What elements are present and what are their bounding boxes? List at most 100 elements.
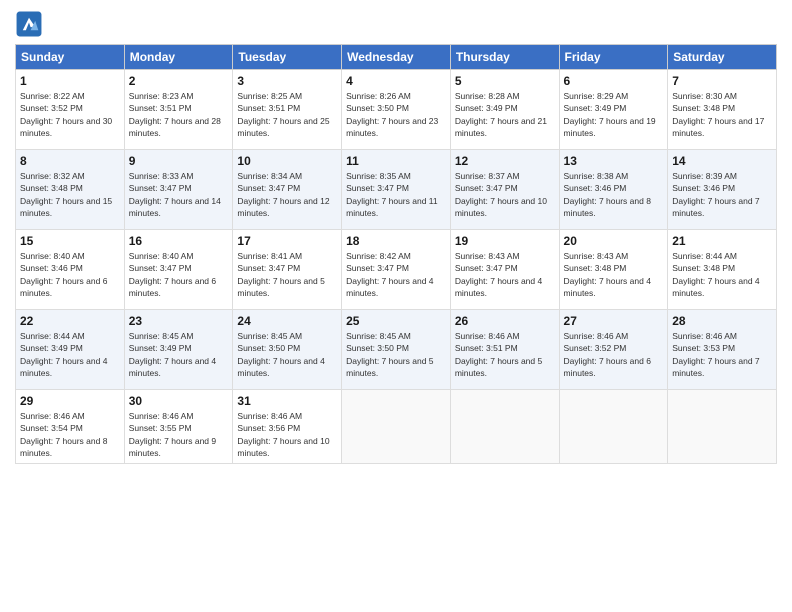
calendar-cell: 18 Sunrise: 8:42 AMSunset: 3:47 PMDayligh… [342, 230, 451, 310]
day-info: Sunrise: 8:23 AMSunset: 3:51 PMDaylight:… [129, 90, 229, 139]
day-info: Sunrise: 8:46 AMSunset: 3:54 PMDaylight:… [20, 410, 120, 459]
calendar-cell: 21 Sunrise: 8:44 AMSunset: 3:48 PMDayligh… [668, 230, 777, 310]
calendar-week-3: 15 Sunrise: 8:40 AMSunset: 3:46 PMDayligh… [16, 230, 777, 310]
day-number: 19 [455, 234, 555, 248]
day-info: Sunrise: 8:45 AMSunset: 3:50 PMDaylight:… [346, 330, 446, 379]
day-number: 15 [20, 234, 120, 248]
day-info: Sunrise: 8:41 AMSunset: 3:47 PMDaylight:… [237, 250, 337, 299]
calendar-header: SundayMondayTuesdayWednesdayThursdayFrid… [16, 45, 777, 70]
day-number: 25 [346, 314, 446, 328]
weekday-row: SundayMondayTuesdayWednesdayThursdayFrid… [16, 45, 777, 70]
calendar-cell: 31 Sunrise: 8:46 AMSunset: 3:56 PMDayligh… [233, 390, 342, 464]
calendar-cell: 27Sunrise: 8:46 AMSunset: 3:52 PMDayligh… [559, 310, 668, 390]
calendar-cell: 11Sunrise: 8:35 AMSunset: 3:47 PMDayligh… [342, 150, 451, 230]
day-info: Sunrise: 8:46 AMSunset: 3:51 PMDaylight:… [455, 330, 555, 379]
calendar-body: 1 Sunrise: 8:22 AMSunset: 3:52 PMDaylight… [16, 70, 777, 464]
calendar-cell: 26 Sunrise: 8:46 AMSunset: 3:51 PMDayligh… [450, 310, 559, 390]
day-number: 12 [455, 154, 555, 168]
calendar-cell: 8 Sunrise: 8:32 AMSunset: 3:48 PMDaylight… [16, 150, 125, 230]
day-info: Sunrise: 8:46 AMSunset: 3:52 PMDaylight:… [564, 330, 664, 379]
day-info: Sunrise: 8:42 AMSunset: 3:47 PMDaylight:… [346, 250, 446, 299]
day-number: 5 [455, 74, 555, 88]
day-number: 6 [564, 74, 664, 88]
calendar-table: SundayMondayTuesdayWednesdayThursdayFrid… [15, 44, 777, 464]
calendar-cell: 29Sunrise: 8:46 AMSunset: 3:54 PMDayligh… [16, 390, 125, 464]
day-number: 13 [564, 154, 664, 168]
day-info: Sunrise: 8:40 AMSunset: 3:47 PMDaylight:… [129, 250, 229, 299]
day-info: Sunrise: 8:35 AMSunset: 3:47 PMDaylight:… [346, 170, 446, 219]
calendar-cell: 19 Sunrise: 8:43 AMSunset: 3:47 PMDayligh… [450, 230, 559, 310]
day-number: 9 [129, 154, 229, 168]
day-number: 30 [129, 394, 229, 408]
calendar-cell: 5Sunrise: 8:28 AMSunset: 3:49 PMDaylight… [450, 70, 559, 150]
day-number: 17 [237, 234, 337, 248]
weekday-header-monday: Monday [124, 45, 233, 70]
weekday-header-tuesday: Tuesday [233, 45, 342, 70]
calendar-cell: 3Sunrise: 8:25 AMSunset: 3:51 PMDaylight… [233, 70, 342, 150]
logo-icon [15, 10, 43, 38]
day-info: Sunrise: 8:29 AMSunset: 3:49 PMDaylight:… [564, 90, 664, 139]
calendar-cell: 20 Sunrise: 8:43 AMSunset: 3:48 PMDayligh… [559, 230, 668, 310]
day-number: 26 [455, 314, 555, 328]
calendar-cell: 10 Sunrise: 8:34 AMSunset: 3:47 PMDayligh… [233, 150, 342, 230]
day-number: 18 [346, 234, 446, 248]
day-number: 31 [237, 394, 337, 408]
day-number: 14 [672, 154, 772, 168]
calendar-week-4: 22 Sunrise: 8:44 AMSunset: 3:49 PMDayligh… [16, 310, 777, 390]
day-info: Sunrise: 8:25 AMSunset: 3:51 PMDaylight:… [237, 90, 337, 139]
day-number: 22 [20, 314, 120, 328]
day-info: Sunrise: 8:33 AMSunset: 3:47 PMDaylight:… [129, 170, 229, 219]
calendar-week-1: 1 Sunrise: 8:22 AMSunset: 3:52 PMDaylight… [16, 70, 777, 150]
day-info: Sunrise: 8:46 AMSunset: 3:55 PMDaylight:… [129, 410, 229, 459]
calendar-week-5: 29Sunrise: 8:46 AMSunset: 3:54 PMDayligh… [16, 390, 777, 464]
day-number: 10 [237, 154, 337, 168]
day-number: 16 [129, 234, 229, 248]
calendar-cell: 4 Sunrise: 8:26 AMSunset: 3:50 PMDaylight… [342, 70, 451, 150]
day-info: Sunrise: 8:43 AMSunset: 3:48 PMDaylight:… [564, 250, 664, 299]
calendar-cell: 24Sunrise: 8:45 AMSunset: 3:50 PMDayligh… [233, 310, 342, 390]
day-info: Sunrise: 8:22 AMSunset: 3:52 PMDaylight:… [20, 90, 120, 139]
page: SundayMondayTuesdayWednesdayThursdayFrid… [0, 0, 792, 612]
calendar-cell: 14Sunrise: 8:39 AMSunset: 3:46 PMDayligh… [668, 150, 777, 230]
weekday-header-wednesday: Wednesday [342, 45, 451, 70]
weekday-header-saturday: Saturday [668, 45, 777, 70]
day-info: Sunrise: 8:45 AMSunset: 3:49 PMDaylight:… [129, 330, 229, 379]
day-number: 2 [129, 74, 229, 88]
calendar-cell: 2 Sunrise: 8:23 AMSunset: 3:51 PMDaylight… [124, 70, 233, 150]
calendar-cell: 9 Sunrise: 8:33 AMSunset: 3:47 PMDaylight… [124, 150, 233, 230]
calendar-cell: 6 Sunrise: 8:29 AMSunset: 3:49 PMDaylight… [559, 70, 668, 150]
day-info: Sunrise: 8:34 AMSunset: 3:47 PMDaylight:… [237, 170, 337, 219]
weekday-header-thursday: Thursday [450, 45, 559, 70]
calendar-cell: 22 Sunrise: 8:44 AMSunset: 3:49 PMDayligh… [16, 310, 125, 390]
calendar-cell: 30 Sunrise: 8:46 AMSunset: 3:55 PMDayligh… [124, 390, 233, 464]
calendar-cell [559, 390, 668, 464]
day-info: Sunrise: 8:32 AMSunset: 3:48 PMDaylight:… [20, 170, 120, 219]
day-number: 28 [672, 314, 772, 328]
day-info: Sunrise: 8:44 AMSunset: 3:48 PMDaylight:… [672, 250, 772, 299]
day-number: 1 [20, 74, 120, 88]
day-info: Sunrise: 8:26 AMSunset: 3:50 PMDaylight:… [346, 90, 446, 139]
day-number: 4 [346, 74, 446, 88]
calendar-cell: 23 Sunrise: 8:45 AMSunset: 3:49 PMDayligh… [124, 310, 233, 390]
calendar-cell: 28Sunrise: 8:46 AMSunset: 3:53 PMDayligh… [668, 310, 777, 390]
day-info: Sunrise: 8:44 AMSunset: 3:49 PMDaylight:… [20, 330, 120, 379]
day-number: 7 [672, 74, 772, 88]
day-number: 23 [129, 314, 229, 328]
day-number: 8 [20, 154, 120, 168]
day-info: Sunrise: 8:40 AMSunset: 3:46 PMDaylight:… [20, 250, 120, 299]
day-number: 21 [672, 234, 772, 248]
day-info: Sunrise: 8:30 AMSunset: 3:48 PMDaylight:… [672, 90, 772, 139]
day-info: Sunrise: 8:43 AMSunset: 3:47 PMDaylight:… [455, 250, 555, 299]
calendar-cell [450, 390, 559, 464]
weekday-header-friday: Friday [559, 45, 668, 70]
calendar-cell: 1 Sunrise: 8:22 AMSunset: 3:52 PMDaylight… [16, 70, 125, 150]
weekday-header-sunday: Sunday [16, 45, 125, 70]
day-info: Sunrise: 8:37 AMSunset: 3:47 PMDaylight:… [455, 170, 555, 219]
header [15, 10, 777, 38]
day-info: Sunrise: 8:38 AMSunset: 3:46 PMDaylight:… [564, 170, 664, 219]
day-number: 20 [564, 234, 664, 248]
calendar-week-2: 8 Sunrise: 8:32 AMSunset: 3:48 PMDaylight… [16, 150, 777, 230]
calendar-cell: 15 Sunrise: 8:40 AMSunset: 3:46 PMDayligh… [16, 230, 125, 310]
day-info: Sunrise: 8:46 AMSunset: 3:56 PMDaylight:… [237, 410, 337, 459]
day-info: Sunrise: 8:45 AMSunset: 3:50 PMDaylight:… [237, 330, 337, 379]
